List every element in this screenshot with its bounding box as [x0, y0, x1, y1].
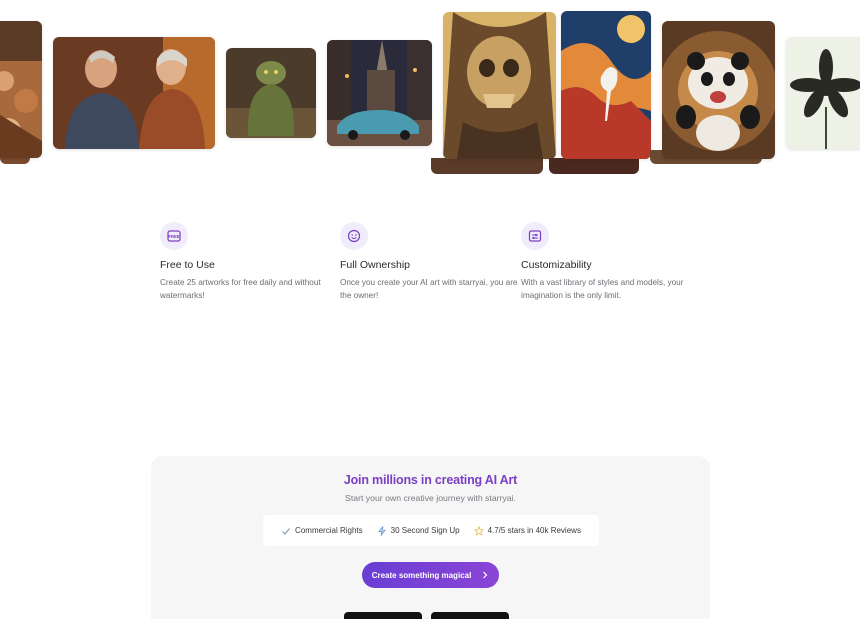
svg-text:FREE: FREE	[168, 234, 179, 239]
join-title: Join millions in creating AI Art	[343, 473, 518, 487]
artwork-dark-flower[interactable]	[786, 37, 860, 149]
perk-label: Commercial Rights	[295, 526, 363, 535]
artwork-shadow	[431, 158, 543, 174]
create-something-magical-button[interactable]: Create something magical	[362, 562, 499, 588]
perk-commercial-rights: Commercial Rights	[281, 526, 363, 536]
chevron-right-icon	[483, 571, 488, 579]
sliders-image-icon	[521, 222, 549, 250]
lightning-icon	[377, 525, 386, 536]
perk-signup: 30 Second Sign Up	[377, 525, 460, 536]
artwork-green-troll[interactable]	[226, 48, 316, 138]
feature-description: Once you create your AI art with starrya…	[340, 278, 518, 300]
free-tag-icon: FREE	[160, 222, 188, 250]
artwork-heron[interactable]	[561, 11, 651, 159]
perk-reviews: 4.7/5 stars in 40k Reviews	[473, 525, 581, 536]
join-card: Join millions in creating AI Art Start y…	[151, 456, 710, 619]
perk-label: 4.7/5 stars in 40k Reviews	[487, 526, 581, 535]
star-icon	[473, 525, 484, 536]
feature-title: Free to Use	[160, 259, 215, 271]
artwork-shadow	[549, 158, 639, 174]
artwork-gallery	[0, 0, 860, 180]
check-icon	[282, 527, 291, 535]
artwork-panda[interactable]	[662, 21, 775, 159]
feature-description: With a vast library of styles and models…	[521, 278, 684, 300]
join-subtitle: Start your own creative journey with sta…	[345, 493, 516, 503]
artwork-vintage-car-city[interactable]	[327, 40, 432, 146]
feature-full-ownership: Full Ownership Once you create your AI a…	[340, 222, 520, 302]
perk-label: 30 Second Sign Up	[390, 526, 460, 535]
feature-title: Customizability	[521, 259, 592, 271]
google-play-badge[interactable]	[431, 612, 509, 619]
feature-free-to-use: FREE Free to Use Create 25 artworks for …	[160, 222, 340, 302]
artwork-crowd-painting[interactable]	[0, 21, 42, 158]
feature-title: Full Ownership	[340, 259, 411, 271]
perks-bar: Commercial Rights 30 Second Sign Up 4.7/…	[263, 515, 599, 546]
cta-label: Create something magical	[371, 570, 472, 580]
feature-customizability: Customizability With a vast library of s…	[521, 222, 701, 302]
feature-description: Create 25 artworks for free daily and wi…	[160, 278, 321, 300]
smiley-badge-icon	[340, 222, 368, 250]
artwork-skull-sculpture[interactable]	[443, 12, 556, 159]
app-store-badge[interactable]	[344, 612, 422, 619]
artwork-elderly-couple[interactable]	[53, 37, 215, 149]
